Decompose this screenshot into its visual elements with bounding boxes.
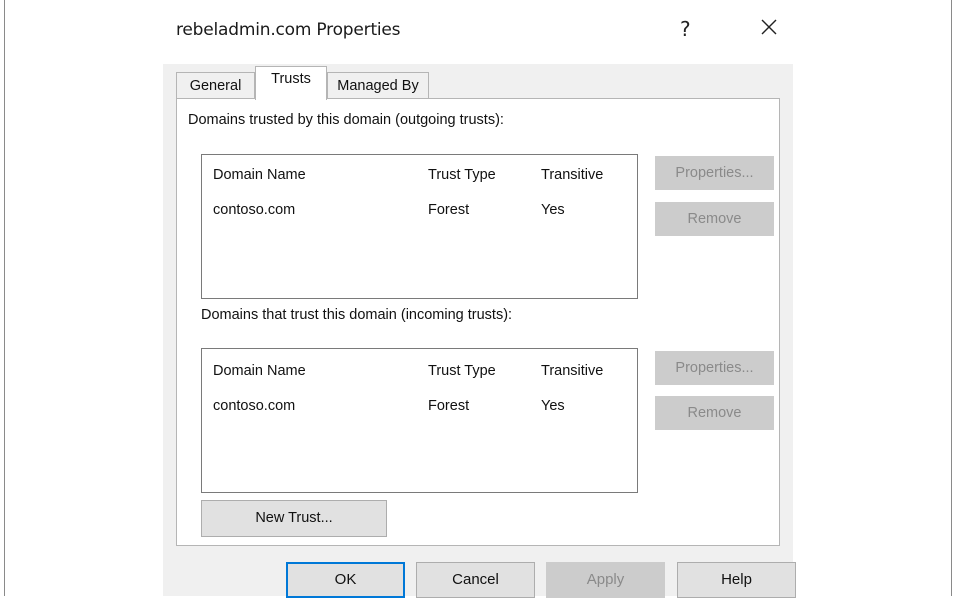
- trust-type: Forest: [428, 398, 470, 414]
- outgoing-properties-button[interactable]: Properties...: [655, 156, 774, 190]
- column-header-transitive[interactable]: Transitive: [541, 363, 603, 379]
- column-header-transitive[interactable]: Transitive: [541, 167, 603, 183]
- tab-general[interactable]: General: [176, 72, 255, 98]
- new-trust-button[interactable]: New Trust...: [201, 500, 387, 537]
- trust-transitive: Yes: [541, 398, 565, 414]
- column-header-trust-type[interactable]: Trust Type: [428, 363, 496, 379]
- outgoing-trusts-list[interactable]: Domain Name Trust Type Transitive contos…: [201, 154, 638, 299]
- incoming-trusts-list[interactable]: Domain Name Trust Type Transitive contos…: [201, 348, 638, 493]
- trust-domain-name: contoso.com: [213, 202, 296, 218]
- trust-domain-name: contoso.com: [213, 398, 296, 414]
- apply-button[interactable]: Apply: [546, 562, 665, 598]
- column-header-domain-name[interactable]: Domain Name: [213, 363, 306, 379]
- trust-type: Forest: [428, 202, 470, 218]
- dialog-title: rebeladmin.com Properties: [176, 20, 401, 40]
- cancel-button[interactable]: Cancel: [416, 562, 535, 598]
- tab-trusts[interactable]: Trusts: [255, 66, 327, 100]
- window-frame-right: [951, 0, 952, 596]
- tab-managed-by[interactable]: Managed By: [327, 72, 429, 98]
- window-frame-left: [4, 0, 5, 596]
- ok-button[interactable]: OK: [286, 562, 405, 598]
- help-button[interactable]: Help: [677, 562, 796, 598]
- incoming-properties-button[interactable]: Properties...: [655, 351, 774, 385]
- incoming-trusts-label: Domains that trust this domain (incoming…: [201, 307, 513, 323]
- close-icon[interactable]: [760, 18, 778, 36]
- title-bar: rebeladmin.com Properties ?: [163, 0, 793, 64]
- incoming-remove-button[interactable]: Remove: [655, 396, 774, 430]
- column-header-domain-name[interactable]: Domain Name: [213, 167, 306, 183]
- outgoing-trusts-label: Domains trusted by this domain (outgoing…: [188, 112, 504, 128]
- trust-transitive: Yes: [541, 202, 565, 218]
- outgoing-remove-button[interactable]: Remove: [655, 202, 774, 236]
- help-icon[interactable]: ?: [680, 17, 691, 41]
- column-header-trust-type[interactable]: Trust Type: [428, 167, 496, 183]
